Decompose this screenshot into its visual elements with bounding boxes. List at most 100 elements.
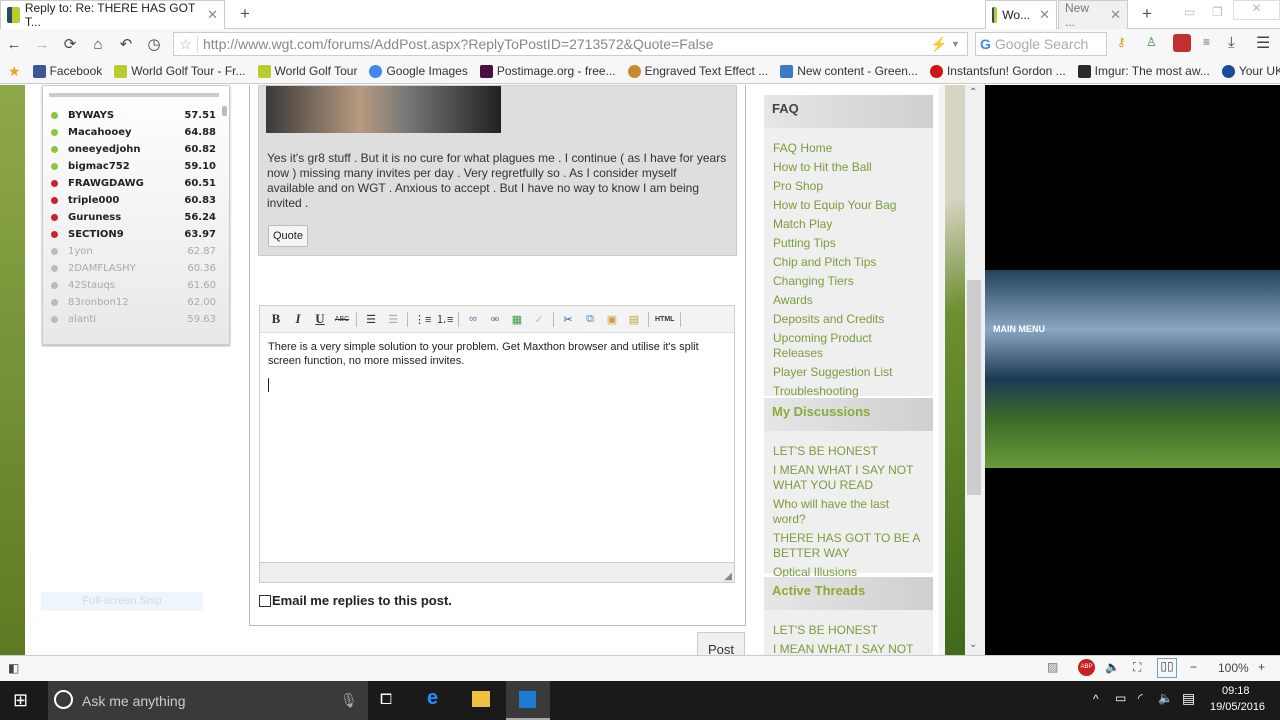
sidebar-link[interactable]: I MEAN WHAT I SAY NOT WHAT YOU READ bbox=[773, 463, 924, 493]
windows-start-icon[interactable]: ⊞ bbox=[13, 690, 28, 711]
show-hidden-icons[interactable]: ^ bbox=[1093, 692, 1099, 706]
task-view-icon[interactable]: ⧠ bbox=[380, 691, 392, 708]
adblock-icon[interactable]: ABP bbox=[1078, 659, 1095, 676]
scrollbar-thumb[interactable] bbox=[967, 280, 981, 495]
unlink-icon[interactable]: ⚮ bbox=[487, 313, 503, 326]
indent-icon[interactable]: ☰ bbox=[363, 313, 379, 326]
insert-image-icon[interactable]: ▦ bbox=[509, 313, 525, 326]
zoom-out-button[interactable]: − bbox=[1190, 660, 1197, 674]
editor-content[interactable]: There is a very simple solution to your … bbox=[260, 333, 734, 399]
dropdown-icon[interactable]: ▼ bbox=[951, 39, 967, 49]
bookmark-item[interactable]: World Golf Tour bbox=[257, 64, 357, 78]
buddy-row[interactable]: SECTION9 63.97 bbox=[51, 226, 216, 243]
link-icon[interactable]: ∞ bbox=[465, 313, 481, 325]
favorites-star-icon[interactable]: ★ bbox=[8, 63, 21, 80]
underline-button[interactable]: U bbox=[312, 311, 328, 327]
buddy-row[interactable]: 1yon 62.87 bbox=[51, 243, 216, 260]
back-icon[interactable]: ← bbox=[0, 36, 28, 53]
sidebar-link[interactable]: LET'S BE HONEST bbox=[773, 623, 924, 638]
buddy-row[interactable]: alanti 59.63 bbox=[51, 311, 216, 328]
sidebar-link[interactable]: Who will have the last word? bbox=[773, 497, 924, 527]
sidebar-link[interactable]: Pro Shop bbox=[773, 179, 924, 194]
bookmark-item[interactable]: Facebook bbox=[32, 64, 102, 78]
download-icon[interactable]: ⤓ bbox=[1228, 34, 1235, 51]
close-window-icon[interactable]: ✕ bbox=[1233, 0, 1280, 20]
bold-button[interactable]: B bbox=[268, 311, 284, 327]
new-tab-button[interactable]: + bbox=[1142, 4, 1152, 24]
maxthon-taskbar-button[interactable] bbox=[506, 681, 550, 720]
sidebar-link[interactable]: Deposits and Credits bbox=[773, 312, 924, 327]
sidebar-link[interactable]: Match Play bbox=[773, 217, 924, 232]
tab-reply[interactable]: Reply to: Re: THERE HAS GOT T... ✕ bbox=[0, 0, 225, 29]
minimize-icon[interactable]: ▭ bbox=[1184, 5, 1195, 19]
bookmark-item[interactable]: New content - Green... bbox=[780, 64, 918, 78]
page-scrollbar[interactable]: ⌃ ⌄ bbox=[965, 85, 985, 655]
star-icon[interactable]: ☆ bbox=[174, 35, 198, 53]
buddy-row[interactable]: 2DAMFLASHY 60.36 bbox=[51, 260, 216, 277]
game-preview-image[interactable]: MAIN MENU bbox=[985, 270, 1280, 468]
buddy-row[interactable]: Guruness 56.24 bbox=[51, 209, 216, 226]
buddy-row[interactable]: FRAWGDAWG 60.51 bbox=[51, 175, 216, 192]
key-icon[interactable]: ⚷ bbox=[1117, 35, 1126, 49]
extension-icon[interactable] bbox=[1173, 34, 1191, 52]
numbered-list-icon[interactable]: ⒈≡ bbox=[436, 311, 453, 327]
quote-button[interactable]: Quote bbox=[268, 225, 308, 247]
cut-icon[interactable]: ✂ bbox=[560, 313, 576, 326]
email-replies-option[interactable]: Email me replies to this post. bbox=[259, 593, 452, 608]
notifications-icon[interactable]: ▤ bbox=[1182, 690, 1195, 707]
tab-new[interactable]: New ... ✕ bbox=[1058, 0, 1128, 29]
paste-icon[interactable]: ▣ bbox=[604, 313, 620, 326]
battery-icon[interactable]: ▭ bbox=[1115, 691, 1126, 705]
volume-icon[interactable]: 🔈 bbox=[1158, 691, 1173, 705]
sidebar-link[interactable]: Player Suggestion List bbox=[773, 365, 924, 380]
email-checkbox[interactable] bbox=[259, 594, 271, 607]
bullet-list-icon[interactable]: ⋮≡ bbox=[414, 313, 431, 326]
editor-resize-bar[interactable]: ◢ bbox=[260, 562, 734, 582]
sidebar-link[interactable]: LET'S BE HONEST bbox=[773, 444, 924, 459]
address-bar[interactable]: ☆ http://www.wgt.com/forums/AddPost.aspx… bbox=[173, 32, 968, 56]
close-tab-icon[interactable]: ✕ bbox=[207, 7, 218, 23]
sidebar-link[interactable]: Troubleshooting bbox=[773, 384, 924, 399]
html-button[interactable]: HTML bbox=[655, 316, 674, 323]
close-tab-icon[interactable]: ✕ bbox=[1110, 7, 1121, 23]
sidebar-link[interactable]: THERE HAS GOT TO BE A BETTER WAY bbox=[773, 531, 924, 561]
split-screen-icon[interactable]: ▯▯ bbox=[1157, 658, 1177, 678]
home-icon[interactable]: ⌂ bbox=[84, 36, 112, 53]
paste-word-icon[interactable]: ▤ bbox=[626, 313, 642, 326]
tab-wgt[interactable]: Wo... ✕ bbox=[985, 0, 1057, 29]
buddy-row[interactable]: 42Stauqs 61.60 bbox=[51, 277, 216, 294]
sidebar-link[interactable]: FAQ Home bbox=[773, 141, 924, 156]
bookmark-item[interactable]: Engraved Text Effect ... bbox=[627, 64, 768, 78]
undo-icon[interactable]: ↶ bbox=[112, 35, 140, 53]
clock-date[interactable]: 19/05/2016 bbox=[1210, 701, 1265, 713]
strikethrough-button[interactable]: ABC bbox=[334, 316, 350, 323]
buddy-row[interactable]: Macahooey 64.88 bbox=[51, 124, 216, 141]
buddy-row[interactable]: bigmac752 59.10 bbox=[51, 158, 216, 175]
history-icon[interactable]: ◷ bbox=[140, 35, 168, 53]
menu-icon[interactable]: ☰ bbox=[1256, 33, 1270, 53]
clock-time[interactable]: 09:18 bbox=[1222, 685, 1250, 697]
sidebar-link[interactable]: Changing Tiers bbox=[773, 274, 924, 289]
restore-icon[interactable]: ❐ bbox=[1212, 5, 1223, 19]
zoom-in-button[interactable]: + bbox=[1258, 660, 1265, 674]
sidebar-link[interactable]: Awards bbox=[773, 293, 924, 308]
bookmark-item[interactable]: Imgur: The most aw... bbox=[1077, 64, 1210, 78]
bookmark-item[interactable]: Instantsfun! Gordon ... bbox=[929, 64, 1066, 78]
copy-icon[interactable]: ⧉ bbox=[582, 313, 598, 326]
spellcheck-icon[interactable]: ✓ bbox=[531, 313, 547, 326]
rich-text-editor[interactable]: B I U ABC ☰ ☰ ⋮≡ ⒈≡ ∞ ⚮ ▦ ✓ ✂ ⧉ ▣ ▤ HTML… bbox=[259, 305, 735, 583]
close-tab-icon[interactable]: ✕ bbox=[1039, 7, 1050, 23]
buddy-row[interactable]: oneeyedjohn 60.82 bbox=[51, 141, 216, 158]
sidebar-link[interactable]: I MEAN WHAT I SAY NOT bbox=[773, 642, 924, 655]
sidebar-link[interactable]: Chip and Pitch Tips bbox=[773, 255, 924, 270]
scroll-up-icon[interactable]: ⌃ bbox=[969, 87, 977, 98]
sidebar-link[interactable]: How to Equip Your Bag bbox=[773, 198, 924, 213]
wifi-icon[interactable]: ◜ bbox=[1138, 691, 1143, 705]
bookmark-item[interactable]: Postimage.org - free... bbox=[479, 64, 616, 78]
buddy-row[interactable]: BYWAYS 57.51 bbox=[51, 107, 216, 124]
cortana-search[interactable]: Ask me anything 🎙 bbox=[48, 681, 368, 720]
sidebar-link[interactable]: Putting Tips bbox=[773, 236, 924, 251]
zoom-level[interactable]: 100% bbox=[1218, 661, 1249, 675]
search-input[interactable]: G Google Search bbox=[975, 32, 1107, 56]
volume-icon[interactable]: 🔈 bbox=[1105, 660, 1120, 674]
